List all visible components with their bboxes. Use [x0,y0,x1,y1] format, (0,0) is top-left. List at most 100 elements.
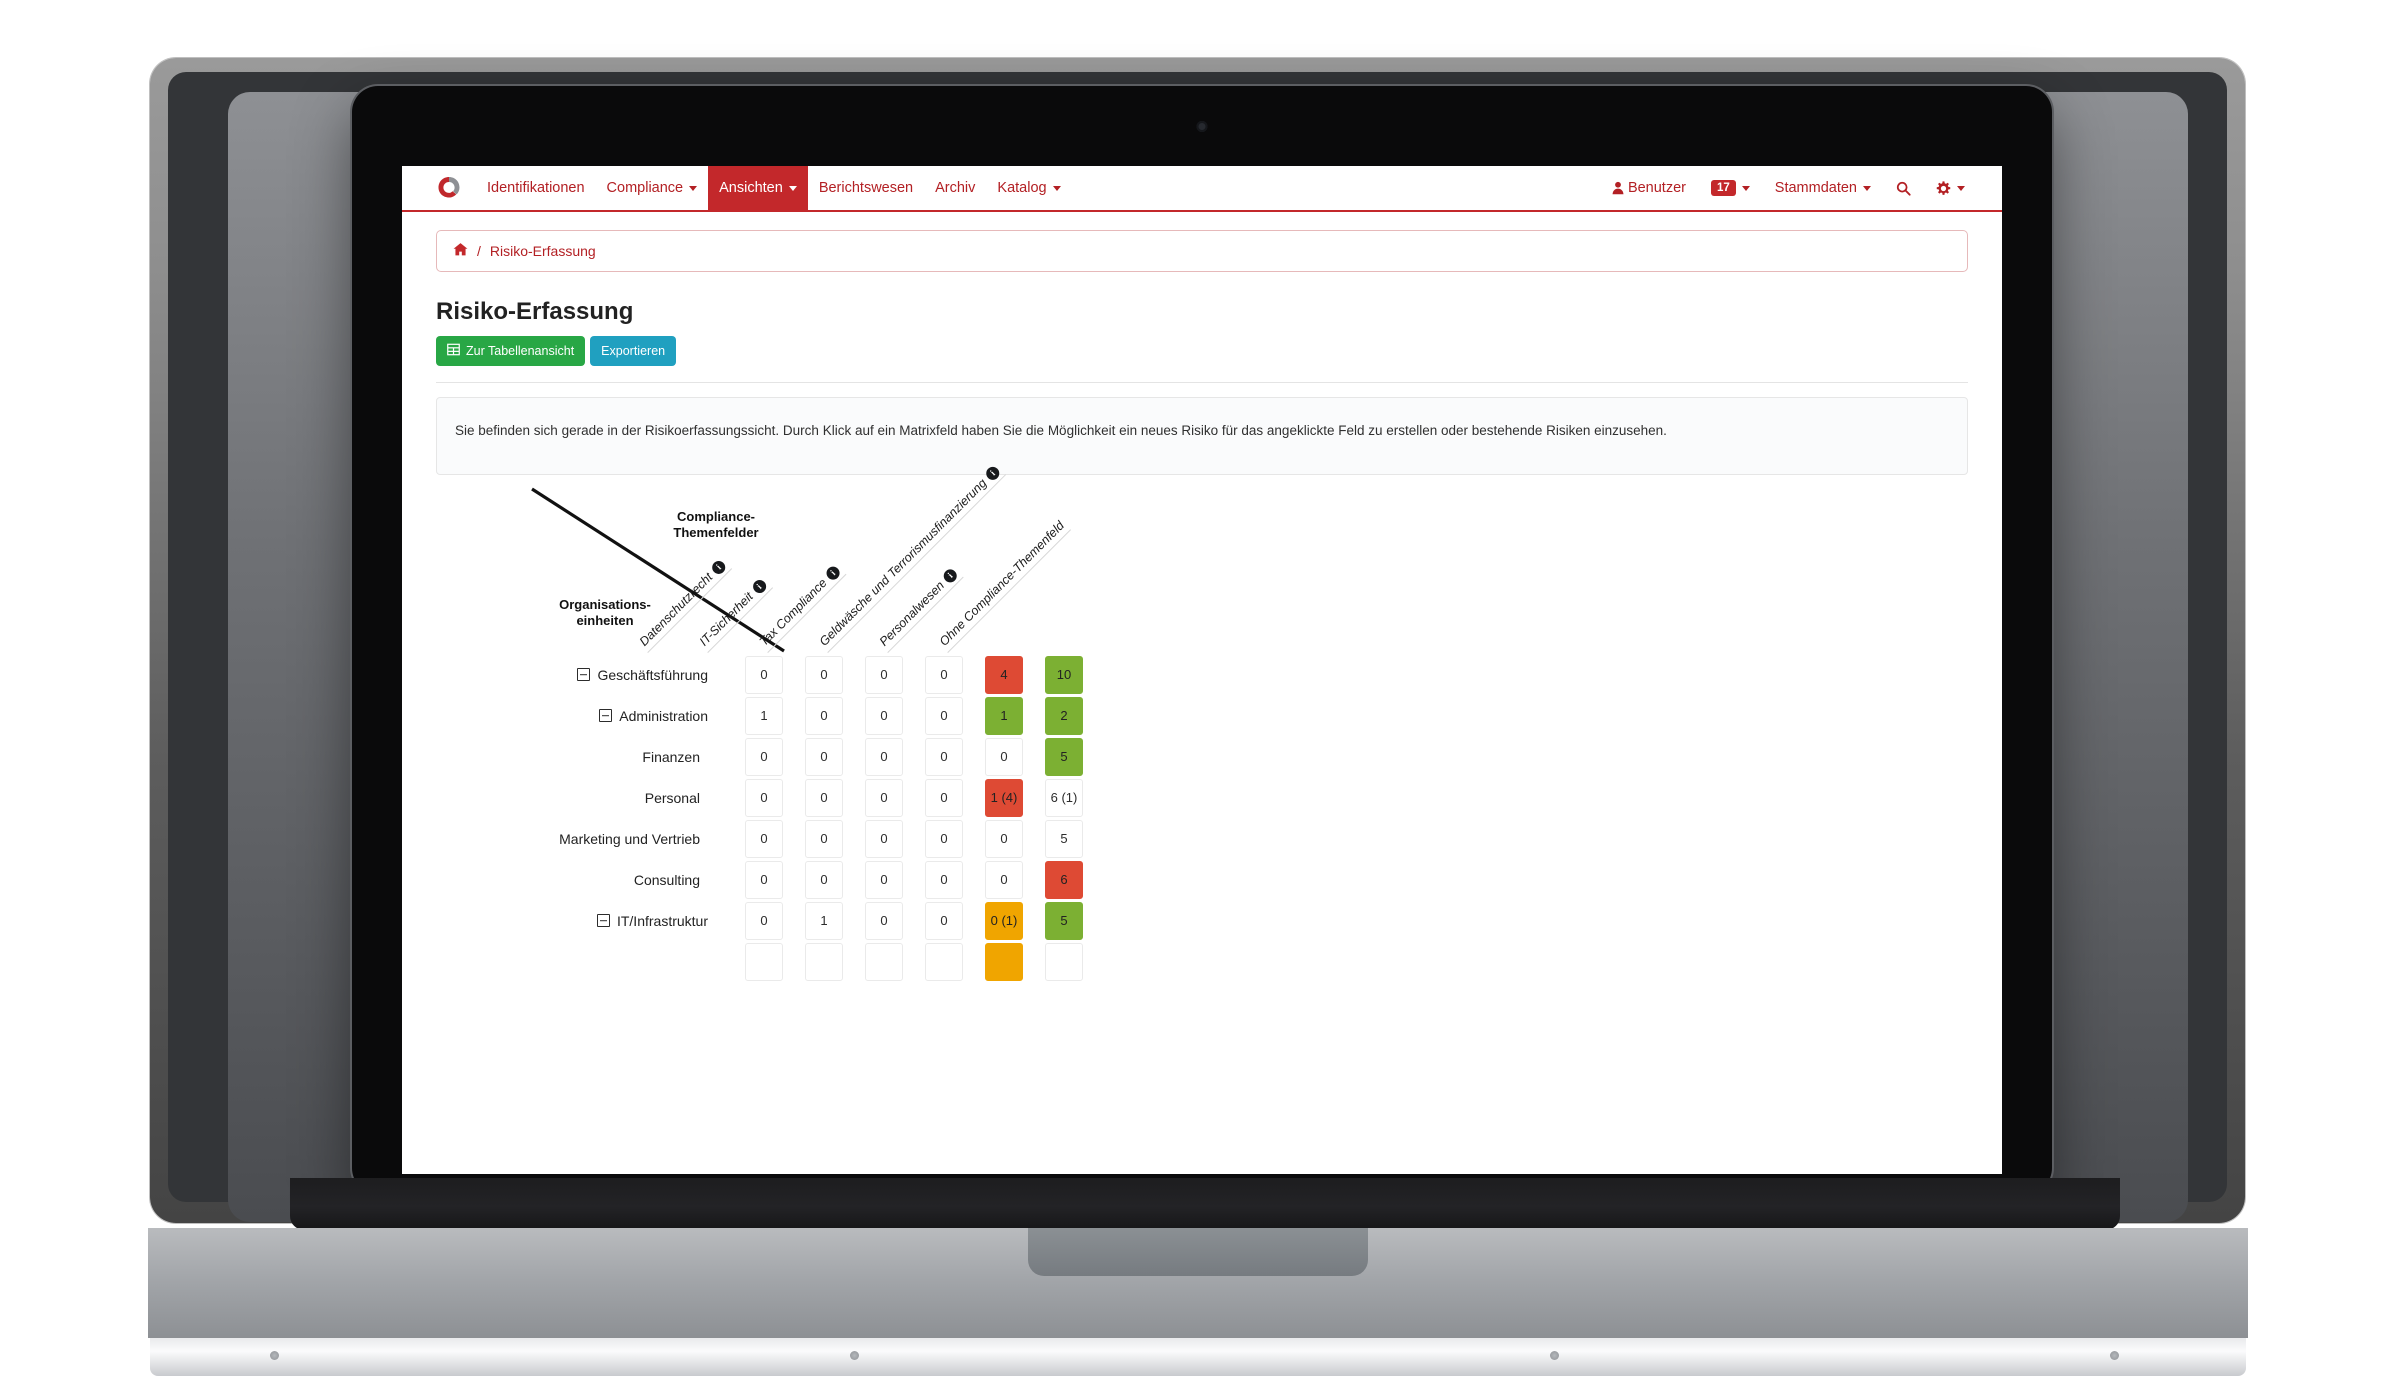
brand-logo-icon[interactable] [436,175,462,201]
matrix-row: Geschäftsführung 0 0 0 0 4 10 [436,655,1968,695]
nav-label: Archiv [935,180,976,196]
matrix-row-cells: 000006 [745,860,1083,899]
matrix-body: Geschäftsführung 0 0 0 0 4 10 Administration 1 0 0… [436,655,1968,982]
matrix-cell[interactable]: 0 (1) [985,901,1023,940]
matrix-cell[interactable]: 0 [745,778,783,817]
matrix-column-headers: Datenschutzrecht i IT-Sicherheit i Tax C… [635,461,1448,655]
search-icon[interactable] [1885,166,1922,210]
nav-item-benutzer[interactable]: Benutzer [1600,166,1697,210]
matrix-row-label-text[interactable]: Consulting [634,872,700,888]
nav-item-archiv[interactable]: Archiv [924,166,986,210]
matrix-row-cells [745,942,1083,981]
matrix-cell[interactable]: 0 [745,819,783,858]
matrix-cell[interactable]: 0 [805,819,843,858]
matrix-cell[interactable]: 0 [925,819,963,858]
matrix-cell[interactable]: 1 [805,901,843,940]
nav-item-ansichten[interactable]: Ansichten [708,166,808,210]
matrix-row-cells: 100012 [745,696,1083,735]
matrix-cell[interactable] [805,942,843,981]
matrix-cell[interactable]: 0 [985,737,1023,776]
matrix-row-cells: 00001 (4) 6 (1) [745,778,1083,817]
info-icon[interactable]: i [823,563,843,582]
matrix-cell[interactable]: 1 [745,696,783,735]
breadcrumb-current[interactable]: Risiko-Erfassung [490,243,596,259]
web-page: Identifikationen Compliance Ansichten Be… [402,166,2002,1174]
matrix-cell[interactable]: 1 [985,696,1023,735]
matrix-cell[interactable]: 4 [985,655,1023,694]
matrix-cell[interactable]: 0 [865,901,903,940]
matrix-cell[interactable]: 0 [745,655,783,694]
matrix-cell[interactable]: 0 [925,655,963,694]
matrix-cell[interactable]: 2 [1045,696,1083,735]
matrix-cell[interactable]: 0 [745,901,783,940]
matrix-cell[interactable]: 0 [805,778,843,817]
matrix-row-label-text[interactable]: Administration [619,708,708,724]
matrix-cell[interactable]: 0 [805,696,843,735]
matrix-cell[interactable]: 0 [925,778,963,817]
info-icon[interactable]: i [749,576,769,596]
nav-item-stammdaten[interactable]: Stammdaten [1764,166,1882,210]
matrix-cell[interactable]: 6 (1) [1045,778,1083,817]
matrix-cell[interactable]: 6 [1045,860,1083,899]
top-navbar: Identifikationen Compliance Ansichten Be… [402,166,2002,212]
matrix-row-label-text[interactable]: IT/Infrastruktur [617,913,708,929]
matrix-cell[interactable]: 5 [1045,901,1083,940]
nav-item-katalog[interactable]: Katalog [986,166,1071,210]
matrix-cell[interactable]: 0 [865,778,903,817]
matrix-row-label-text[interactable]: Marketing und Vertrieb [559,831,700,847]
collapse-minus-icon[interactable] [599,709,613,723]
info-box-text: Sie befinden sich gerade in der Risikoer… [455,423,1667,438]
matrix-cell[interactable] [1045,942,1083,981]
laptop-base-front [150,1338,2246,1376]
matrix-cell[interactable]: 0 [865,655,903,694]
settings-gear-icon[interactable] [1925,166,1976,210]
matrix-row [436,942,1968,982]
matrix-cell[interactable] [865,942,903,981]
collapse-minus-icon[interactable] [577,668,591,682]
matrix-cell[interactable]: 0 [985,860,1023,899]
nav-item-identifikationen[interactable]: Identifikationen [476,166,596,210]
matrix-row: Marketing und Vertrieb 0 0 0 0 0 5 [436,819,1968,859]
matrix-cell[interactable]: 0 [745,737,783,776]
nav-label: Benutzer [1627,180,1686,196]
matrix-cell[interactable] [925,942,963,981]
matrix-cell[interactable] [985,942,1023,981]
info-icon[interactable]: i [709,557,728,576]
matrix-row-label-text[interactable]: Finanzen [642,749,700,765]
matrix-row-label: Marketing und Vertrieb [436,831,720,847]
info-box: Sie befinden sich gerade in der Risikoer… [436,397,1968,475]
nav-item-berichtswesen[interactable]: Berichtswesen [808,166,924,210]
nav-label: Katalog [997,180,1047,196]
laptop-base-notch [1027,1228,1368,1276]
matrix-cell[interactable]: 5 [1045,737,1083,776]
table-view-button[interactable]: Zur Tabellenansicht [436,336,586,366]
matrix-cell[interactable]: 1 (4) [985,778,1023,817]
matrix-cell[interactable] [745,942,783,981]
matrix-cell[interactable]: 0 [805,860,843,899]
matrix-cell[interactable]: 0 [805,655,843,694]
matrix-cell[interactable]: 0 [865,860,903,899]
home-icon[interactable] [453,242,468,260]
collapse-minus-icon[interactable] [596,914,610,928]
matrix-cell[interactable]: 0 [865,819,903,858]
matrix-cell[interactable]: 0 [925,901,963,940]
chevron-down-icon [1957,185,1965,191]
matrix-cell[interactable]: 0 [865,696,903,735]
export-button[interactable]: Exportieren [590,336,677,366]
matrix-cell[interactable]: 0 [985,819,1023,858]
matrix-cell[interactable]: 10 [1045,655,1083,694]
matrix-cell[interactable]: 0 [865,737,903,776]
matrix-cell[interactable]: 0 [805,737,843,776]
matrix-row-label-text[interactable]: Geschäftsführung [597,667,708,683]
breadcrumb: / Risiko-Erfassung [436,230,1968,272]
laptop-screen: Identifikationen Compliance Ansichten Be… [402,166,2002,1174]
nav-item-compliance[interactable]: Compliance [596,166,709,210]
matrix-cell[interactable]: 0 [925,860,963,899]
matrix-cell[interactable]: 0 [925,737,963,776]
matrix-cell[interactable]: 5 [1045,819,1083,858]
matrix-cell[interactable]: 0 [925,696,963,735]
nav-item-notifications[interactable]: 17 [1700,166,1761,210]
matrix-cell[interactable]: 0 [745,860,783,899]
matrix-row-label-text[interactable]: Personal [645,790,700,806]
info-icon[interactable]: i [941,565,960,585]
